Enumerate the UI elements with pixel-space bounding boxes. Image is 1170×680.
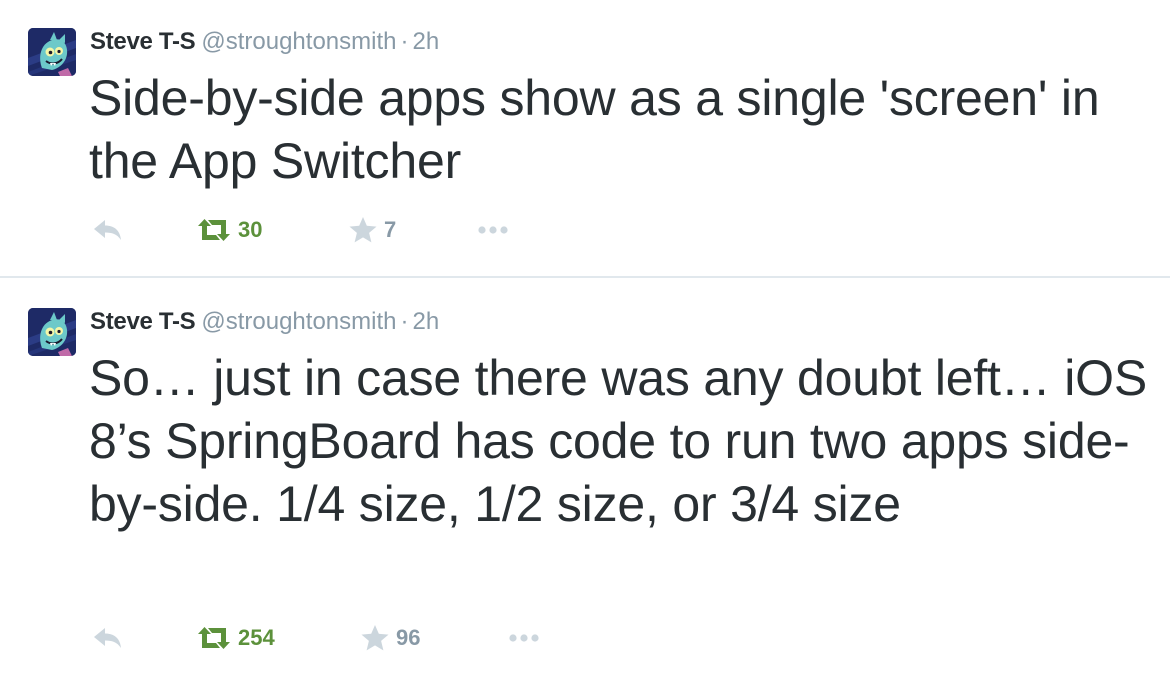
author-name[interactable]: Steve T-S bbox=[90, 308, 196, 335]
retweet-count: 30 bbox=[238, 217, 263, 242]
more-icon bbox=[509, 634, 539, 642]
author-handle[interactable]: @stroughtonsmith bbox=[201, 28, 396, 55]
separator: · bbox=[400, 308, 409, 335]
retweet-icon bbox=[198, 627, 230, 649]
more-button[interactable] bbox=[477, 215, 509, 245]
favorite-count: 7 bbox=[384, 217, 397, 242]
favorite-button[interactable]: 7 bbox=[348, 215, 396, 245]
avatar[interactable] bbox=[28, 28, 76, 76]
star-icon bbox=[349, 217, 377, 243]
author-handle[interactable]: @stroughtonsmith bbox=[201, 308, 396, 335]
favorite-button[interactable]: 96 bbox=[360, 623, 420, 653]
tweet[interactable]: Steve T-S @stroughtonsmith · 2h So… just in… bbox=[0, 278, 1170, 680]
retweet-button[interactable]: 30 bbox=[196, 215, 262, 245]
more-icon bbox=[478, 226, 508, 234]
star-icon bbox=[361, 625, 389, 651]
timestamp[interactable]: 2h bbox=[412, 28, 439, 55]
tweet-header: Steve T-S @stroughtonsmith · 2h bbox=[90, 307, 439, 337]
timestamp[interactable]: 2h bbox=[412, 308, 439, 335]
author-name[interactable]: Steve T-S bbox=[90, 28, 196, 55]
tweet-text: So… just in case there was any doubt lef… bbox=[89, 350, 1147, 532]
reply-button[interactable] bbox=[90, 623, 124, 653]
retweet-count: 254 bbox=[238, 625, 275, 650]
tweet-text: Side-by-side apps show as a single 'scre… bbox=[89, 70, 1100, 189]
reply-icon bbox=[94, 220, 121, 240]
avatar-image bbox=[28, 28, 76, 76]
more-button[interactable] bbox=[508, 623, 540, 653]
avatar-image bbox=[28, 308, 76, 356]
tweet-header: Steve T-S @stroughtonsmith · 2h bbox=[90, 27, 439, 57]
reply-button[interactable] bbox=[90, 215, 124, 245]
favorite-count: 96 bbox=[396, 625, 421, 650]
avatar[interactable] bbox=[28, 308, 76, 356]
retweet-button[interactable]: 254 bbox=[196, 623, 275, 653]
reply-icon bbox=[94, 628, 121, 648]
tweet[interactable]: Steve T-S @stroughtonsmith · 2h Side-by-sid… bbox=[0, 0, 1170, 276]
separator: · bbox=[400, 28, 409, 55]
retweet-icon bbox=[198, 219, 230, 241]
